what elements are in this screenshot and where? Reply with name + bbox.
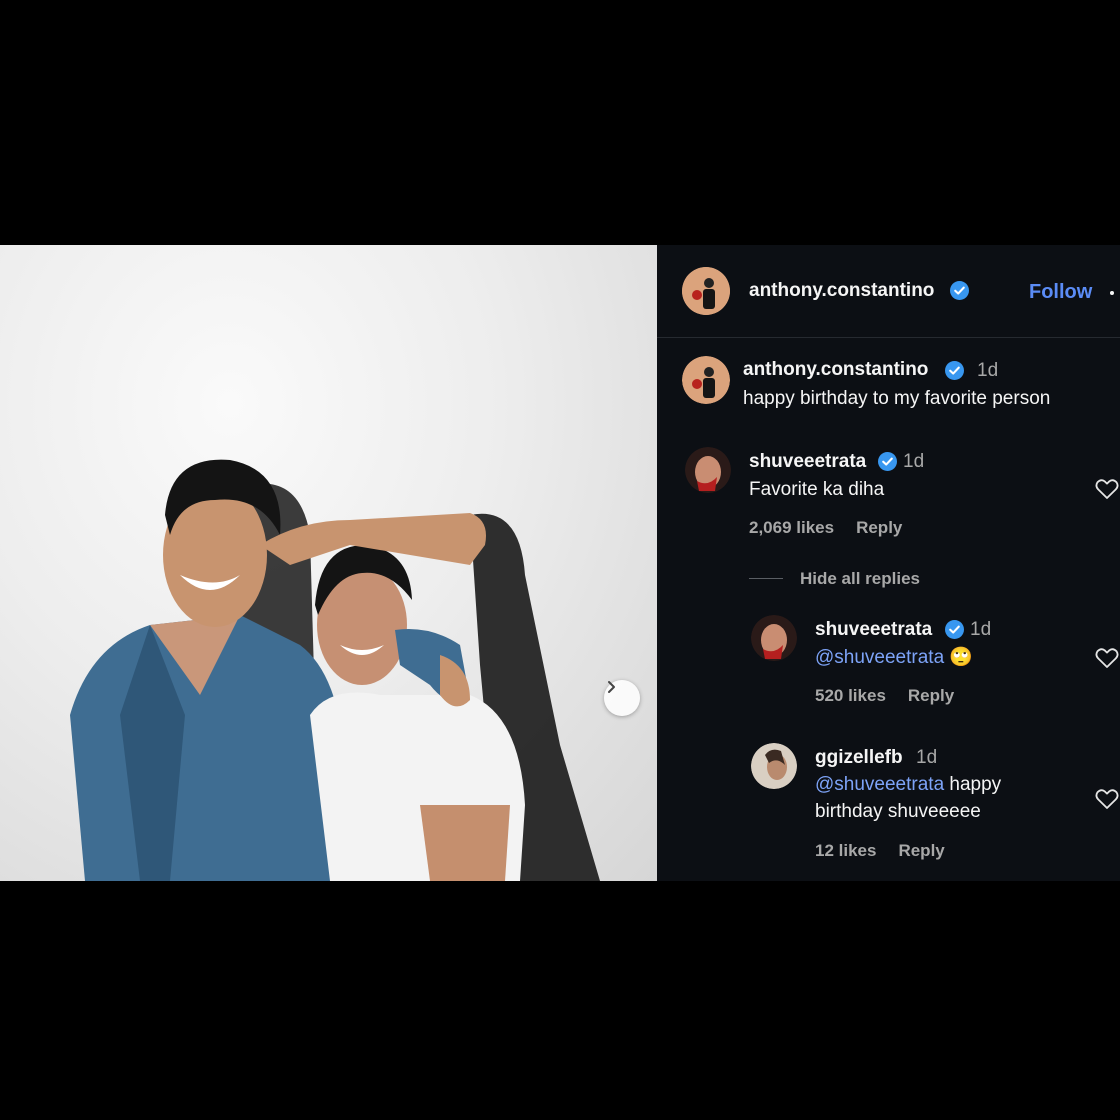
- verified-badge-icon: [945, 361, 964, 380]
- reply-emoji: 🙄: [949, 647, 974, 668]
- verified-badge-icon: [950, 281, 969, 300]
- reply-meta: 520 likes Reply: [815, 686, 976, 706]
- post-header: anthony.constantino Follow: [657, 245, 1120, 338]
- reply-likes[interactable]: 520 likes: [815, 686, 886, 705]
- reply-time: 1d: [970, 619, 992, 640]
- reply-reply-button[interactable]: Reply: [908, 686, 954, 705]
- carousel-next-button[interactable]: [604, 680, 640, 716]
- more-options-icon[interactable]: [1110, 291, 1114, 295]
- comment-avatar[interactable]: [685, 447, 731, 493]
- follow-button[interactable]: Follow: [1029, 281, 1092, 304]
- reply-meta: 12 likes Reply: [815, 841, 967, 861]
- reply-text-line2: birthday shuveeeee: [815, 801, 981, 822]
- heart-icon[interactable]: [1095, 647, 1119, 669]
- comment-reply-button[interactable]: Reply: [856, 518, 902, 537]
- post-modal: anthony.constantino Follow anthony.const…: [0, 245, 1120, 881]
- chevron-right-icon: [608, 681, 615, 693]
- comments-panel: anthony.constantino Follow anthony.const…: [657, 245, 1120, 881]
- post-photo[interactable]: [0, 245, 657, 881]
- comment-likes[interactable]: 2,069 likes: [749, 518, 834, 537]
- reply-reply-button[interactable]: Reply: [898, 841, 944, 860]
- hide-replies-button[interactable]: Hide all replies: [800, 569, 920, 589]
- reply-text-line1: @shuveeetrata happy: [815, 771, 1001, 799]
- caption-username[interactable]: anthony.constantino: [743, 359, 928, 381]
- reply-mention[interactable]: @shuveeetrata: [815, 647, 944, 668]
- reply-mention[interactable]: @shuveeetrata: [815, 774, 944, 795]
- reply-text: @shuveeetrata 🙄: [815, 644, 973, 672]
- caption-time: 1d: [977, 360, 999, 381]
- heart-icon[interactable]: [1095, 478, 1119, 500]
- reply-avatar[interactable]: [751, 615, 797, 661]
- comment-username[interactable]: shuveeetrata: [749, 451, 866, 473]
- reply-likes[interactable]: 12 likes: [815, 841, 876, 860]
- reply-avatar[interactable]: [751, 743, 797, 789]
- author-avatar[interactable]: [682, 267, 730, 315]
- caption-text: happy birthday to my favorite person: [743, 388, 1051, 409]
- heart-icon[interactable]: [1095, 788, 1119, 810]
- verified-badge-icon: [945, 620, 964, 639]
- reply-username[interactable]: ggizellefb: [815, 747, 903, 769]
- hide-replies-line: [749, 578, 783, 579]
- caption-avatar[interactable]: [682, 356, 730, 404]
- comment-time: 1d: [903, 451, 925, 472]
- comment-text: Favorite ka diha: [749, 479, 885, 500]
- verified-badge-icon: [878, 452, 897, 471]
- photo-illustration: [70, 459, 600, 881]
- reply-time: 1d: [916, 747, 938, 768]
- reply-text-part: happy: [944, 774, 1002, 795]
- reply-username[interactable]: shuveeetrata: [815, 619, 932, 641]
- comment-meta: 2,069 likes Reply: [749, 518, 924, 538]
- header-username[interactable]: anthony.constantino: [749, 280, 934, 302]
